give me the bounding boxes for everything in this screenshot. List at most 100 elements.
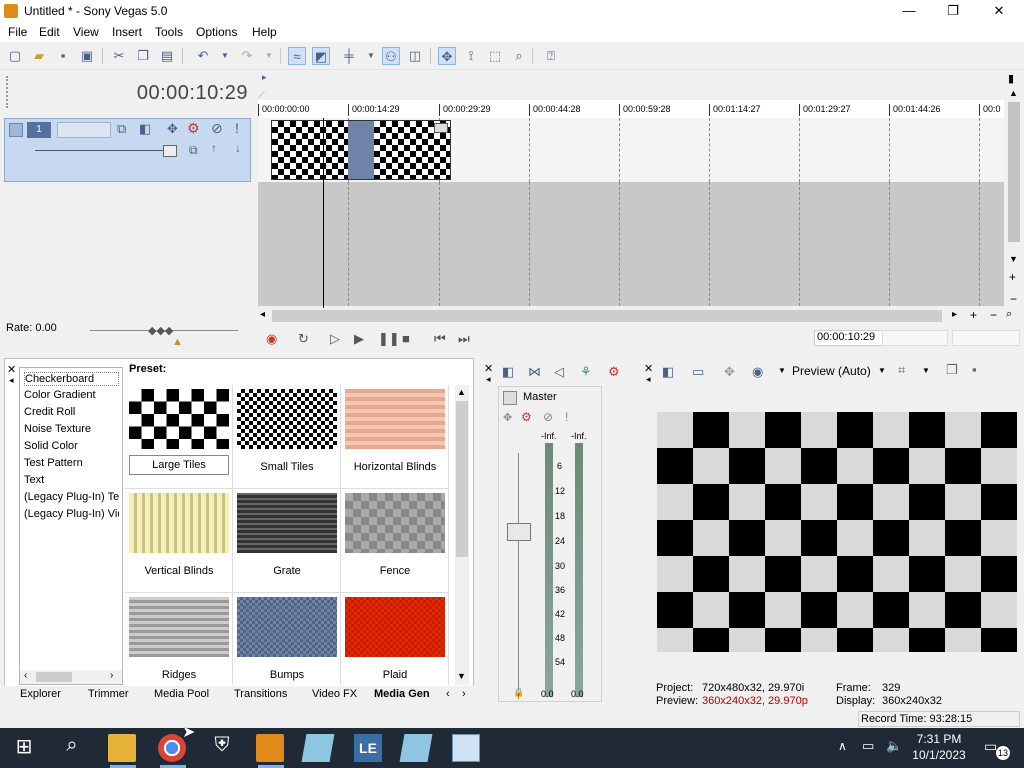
grip-handle[interactable]	[6, 76, 10, 108]
video-track-header[interactable]: 1 ⧉ ◧ ✥ ⚙ ⊘ ! ⧉ ↑ ↓	[4, 118, 251, 182]
redo-icon[interactable]: ↷	[238, 47, 256, 65]
scroll-left-icon[interactable]: ‹	[24, 670, 27, 681]
app-icon[interactable]	[301, 734, 335, 762]
overlays-icon[interactable]: ⌗	[898, 362, 905, 378]
timeline-vertical-scrollbar[interactable]: ▮ ▲ ▼ + −	[1004, 70, 1024, 325]
timeline-ruler[interactable]: 00:00:00:00 00:00:14:29 00:00:29:29 00:0…	[258, 100, 1004, 118]
save-icon[interactable]: ▪	[54, 47, 72, 65]
list-item[interactable]: Test Pattern	[24, 457, 119, 469]
bus-mute-icon[interactable]: ⊘	[543, 410, 553, 424]
preset-vertical-blinds[interactable]: Vertical Blinds	[125, 489, 233, 593]
preset-bumps[interactable]: Bumps	[233, 593, 341, 685]
whats-this-help-icon[interactable]: ⍰	[542, 47, 560, 65]
list-item[interactable]: Credit Roll	[24, 406, 119, 418]
bus-motion-icon[interactable]: ✥	[503, 411, 512, 424]
record-icon[interactable]: ◉	[266, 331, 277, 347]
empty-track-area[interactable]	[258, 182, 1004, 306]
go-to-end-icon[interactable]: ⏭	[458, 331, 470, 347]
video-output-fx-icon[interactable]: ◧	[662, 364, 674, 380]
clock-date[interactable]: 10/1/2023	[910, 748, 968, 762]
preset-fence[interactable]: Fence	[341, 489, 449, 593]
move-down-icon[interactable]: ↓	[235, 141, 241, 155]
app-icon[interactable]	[452, 734, 480, 762]
bus-solo-icon[interactable]: !	[565, 410, 568, 424]
preview-quality-dropdown[interactable]: Preview (Auto)	[792, 364, 871, 378]
play-icon[interactable]: ▶	[354, 331, 364, 347]
selection-length-field[interactable]	[952, 330, 1020, 346]
playhead-cursor[interactable]	[323, 118, 324, 308]
list-item[interactable]: Text	[24, 474, 119, 486]
copy-snapshot-icon[interactable]: ❐	[946, 362, 958, 378]
tab-explorer[interactable]: Explorer	[20, 688, 61, 700]
redo-dropdown-icon[interactable]: ▼	[260, 47, 278, 65]
copy-icon[interactable]: ❐	[134, 47, 152, 65]
list-item[interactable]: (Legacy Plug-In) Te	[24, 491, 119, 503]
track-fx-icon[interactable]: ⧉	[117, 121, 126, 137]
play-from-start-icon[interactable]: ▷	[330, 331, 340, 347]
tab-scroll-right-icon[interactable]: ›	[462, 688, 466, 700]
mixer-properties-icon[interactable]: ◧	[502, 364, 514, 380]
scroll-right-icon[interactable]: ›	[110, 670, 113, 681]
menu-view[interactable]: View	[73, 25, 99, 39]
go-to-start-icon[interactable]: ⏮	[434, 331, 446, 347]
loop-playback-icon[interactable]: ↻	[298, 331, 309, 347]
master-fader-thumb[interactable]	[507, 523, 531, 541]
auto-ripple-icon[interactable]: ≈	[288, 47, 306, 65]
hscroll-thumb[interactable]	[272, 310, 942, 322]
scroll-left-icon[interactable]: ◂	[260, 309, 265, 320]
track-name-field[interactable]	[57, 122, 111, 138]
list-item[interactable]: Color Gradient	[24, 389, 119, 401]
stop-icon[interactable]: ■	[402, 331, 410, 346]
dim-output-icon[interactable]: ◁	[554, 364, 564, 380]
scroll-down-icon[interactable]: ▼	[457, 671, 466, 681]
menu-help[interactable]: Help	[252, 25, 277, 39]
selection-start-field[interactable]	[882, 330, 948, 346]
ignore-grouping-icon[interactable]: ⚇	[382, 47, 400, 65]
menu-options[interactable]: Options	[196, 25, 237, 39]
undo-icon[interactable]: ↶	[194, 47, 212, 65]
tab-media-generators[interactable]: Media Gen	[374, 688, 434, 700]
marker-icon[interactable]: ▸	[262, 72, 267, 83]
level-slider-thumb[interactable]	[163, 145, 177, 157]
normal-edit-tool-icon[interactable]: ✥	[438, 47, 456, 65]
external-monitor-icon[interactable]: ▭	[692, 364, 704, 380]
close-button[interactable]: ✕	[976, 0, 1022, 22]
zoom-tool-icon[interactable]: ⌕	[1006, 308, 1012, 321]
selection-tool-icon[interactable]: ⬚	[486, 47, 504, 65]
network-icon[interactable]: ▭	[862, 738, 874, 754]
menu-tools[interactable]: Tools	[155, 25, 183, 39]
security-shield-icon[interactable]: ⛨	[208, 734, 236, 762]
checkerboard-clip[interactable]	[271, 120, 451, 180]
quality-dropdown-icon[interactable]: ▼	[878, 366, 886, 375]
envelope-icon[interactable]: ╪	[340, 47, 358, 65]
video-track-lane[interactable]	[258, 118, 1004, 182]
file-explorer-icon[interactable]	[108, 734, 136, 762]
preset-small-tiles[interactable]: Small Tiles	[233, 385, 341, 489]
menu-edit[interactable]: Edit	[39, 25, 60, 39]
composite-mode-icon[interactable]: ◧	[139, 121, 151, 137]
list-item[interactable]: Checkerboard	[24, 372, 119, 386]
preset-vscroll-thumb[interactable]	[456, 401, 468, 557]
open-icon[interactable]: ▰	[30, 47, 48, 65]
menu-insert[interactable]: Insert	[112, 25, 142, 39]
mute-icon[interactable]: ⊘	[211, 120, 223, 137]
render-icon[interactable]: ▣	[78, 47, 96, 65]
solo-icon[interactable]: !	[235, 120, 239, 136]
preset-plaid[interactable]: Plaid	[341, 593, 449, 685]
paste-icon[interactable]: ▤	[158, 47, 176, 65]
volume-icon[interactable]: 🔈	[886, 738, 902, 754]
preset-ridges[interactable]: Ridges	[125, 593, 233, 685]
minimize-button[interactable]: —	[886, 0, 932, 22]
parent-composite-icon[interactable]: ⧉	[189, 143, 198, 158]
zoom-tool-icon[interactable]: ⌕	[510, 47, 528, 65]
envelope-dropdown-icon[interactable]: ▼	[362, 47, 380, 65]
le-app-icon[interactable]: LE	[354, 734, 382, 762]
tab-video-fx[interactable]: Video FX	[312, 688, 357, 700]
list-hscrollbar[interactable]: ‹ ›	[20, 670, 122, 684]
scroll-right-icon[interactable]: ▸	[952, 309, 957, 320]
panel-pin-icon[interactable]: ◂	[646, 374, 651, 385]
fader-lock-icon[interactable]: 🔒	[513, 687, 524, 698]
split-dropdown-icon[interactable]: ▼	[778, 366, 786, 375]
preset-grate[interactable]: Grate	[233, 489, 341, 593]
overlays-dropdown-icon[interactable]: ▼	[922, 366, 930, 375]
